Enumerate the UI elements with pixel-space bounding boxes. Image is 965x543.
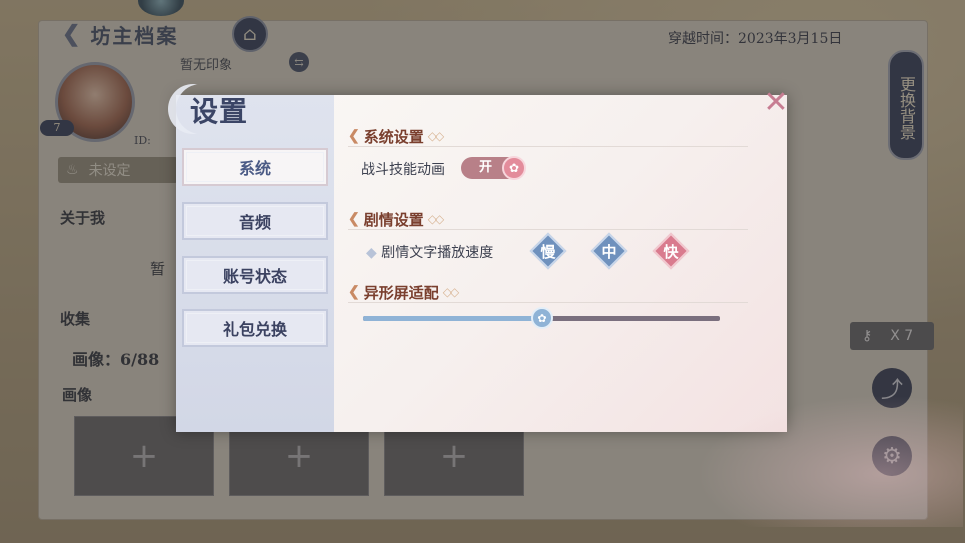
section-divider bbox=[348, 229, 748, 230]
tab-audio[interactable]: 音频 bbox=[182, 202, 328, 240]
text-speed-label: ◆ 剧情文字播放速度 bbox=[366, 242, 493, 262]
screen-adapt-heading: ❮ 异形屏适配 ◇◇ bbox=[348, 281, 460, 303]
screen-adapt-slider-fill bbox=[363, 316, 542, 321]
section-divider bbox=[348, 146, 748, 147]
battle-animation-label: 战斗技能动画 bbox=[361, 162, 445, 178]
close-icon[interactable]: ✕ bbox=[758, 84, 794, 120]
flower-icon[interactable]: ✿ bbox=[502, 156, 526, 180]
system-settings-label: 系统设置 bbox=[363, 127, 424, 146]
section-chevron-icon: ❮ bbox=[348, 211, 360, 227]
tab-gift-redeem[interactable]: 礼包兑换 bbox=[182, 309, 328, 347]
tab-system[interactable]: 系统 bbox=[182, 148, 328, 186]
story-settings-heading: ❮ 剧情设置 ◇◇ bbox=[348, 208, 445, 230]
tab-account-status[interactable]: 账号状态 bbox=[182, 256, 328, 294]
speed-medium-button[interactable]: 中 bbox=[590, 232, 628, 270]
system-settings-heading: ❮ 系统设置 ◇◇ bbox=[348, 125, 445, 147]
section-divider bbox=[348, 302, 748, 303]
section-chevron-icon: ❮ bbox=[348, 284, 360, 300]
settings-title: 设置 bbox=[190, 95, 249, 128]
diamond-bullet-icon: ◆ bbox=[366, 245, 377, 261]
screen-adapt-label: 异形屏适配 bbox=[363, 283, 439, 302]
diamond-ornament-icon: ◇◇ bbox=[427, 212, 445, 226]
text-speed-label-text: 剧情文字播放速度 bbox=[381, 245, 494, 261]
story-settings-label: 剧情设置 bbox=[363, 210, 424, 229]
speed-slow-button[interactable]: 慢 bbox=[529, 232, 567, 270]
speed-medium-label: 中 bbox=[601, 242, 617, 261]
speed-slow-label: 慢 bbox=[540, 242, 556, 261]
decorative-mist bbox=[696, 395, 963, 527]
diamond-ornament-icon: ◇◇ bbox=[442, 285, 460, 299]
section-chevron-icon: ❮ bbox=[348, 128, 360, 144]
diamond-ornament-icon: ◇◇ bbox=[427, 129, 445, 143]
speed-fast-label: 快 bbox=[663, 242, 679, 261]
screen-adapt-slider-thumb[interactable]: ✿ bbox=[531, 307, 553, 329]
speed-fast-button[interactable]: 快 bbox=[652, 232, 690, 270]
